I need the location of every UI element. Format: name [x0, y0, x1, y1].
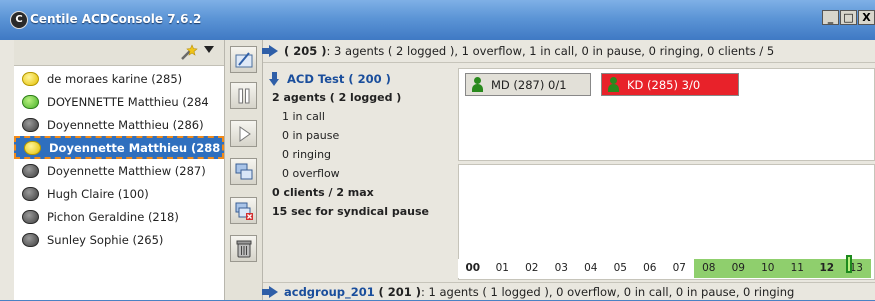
windows-icon — [235, 163, 252, 179]
hour-cell: 03 — [546, 259, 576, 278]
login-icon — [235, 51, 252, 67]
agent-name: DOYENNETTE Matthieu (284 — [47, 94, 209, 109]
summary-count: ( 205 ) — [284, 44, 327, 58]
action-toolbar — [225, 40, 263, 300]
group-title-row[interactable]: ACD Test ( 200 ) — [263, 70, 458, 88]
hour-cell: 00 — [458, 259, 488, 278]
summary-bar: ( 205 ) : 3 agents ( 2 logged ), 1 overf… — [262, 40, 875, 63]
person-icon — [608, 77, 619, 92]
pause-icon — [238, 88, 249, 103]
window-title: Centile ACDConsole 7.6.2 — [30, 12, 202, 26]
agent-list-item[interactable]: Doyennette Matthieu (288 — [14, 136, 224, 159]
right-arrow-icon — [262, 286, 278, 298]
window-controls: _ □ X — [822, 10, 875, 25]
agent-name: de moraes karine (285) — [47, 71, 183, 86]
login-agent-button[interactable] — [230, 46, 257, 73]
next-group-text: : 1 agents ( 1 logged ), 0 overflow, 0 i… — [420, 285, 795, 299]
status-dot-icon — [22, 209, 39, 224]
agent-list-item[interactable]: DOYENNETTE Matthieu (284 — [14, 90, 224, 113]
app-logo-icon: C — [10, 11, 28, 29]
agent-chip-md[interactable]: MD (287) 0/1 — [465, 73, 591, 96]
status-dot-icon — [22, 117, 39, 132]
group-info: ACD Test ( 200 ) 2 agents ( 2 logged ) 1… — [263, 70, 458, 221]
hour-timeline: 00 01 02 03 04 05 06 07 08 09 10 11 12 13 — [458, 259, 875, 278]
agent-name: Pichon Geraldine (218) — [47, 209, 179, 224]
hour-cell: 04 — [576, 259, 606, 278]
next-group-count: ( 201 ) — [378, 285, 421, 299]
hour-cell: 11 — [782, 259, 812, 278]
right-arrow-icon — [262, 45, 278, 57]
windows-remove-icon — [235, 202, 253, 220]
agent-list-item[interactable]: Doyennette Matthiew (287) — [14, 159, 224, 182]
agent-chip-label: KD (285) 3/0 — [627, 77, 701, 92]
status-dot-icon — [22, 186, 39, 201]
hour-cell: 12 — [812, 259, 842, 278]
group-title: ACD Test ( 200 ) — [287, 72, 391, 86]
close-button[interactable]: X — [858, 10, 875, 25]
resume-button[interactable] — [230, 120, 257, 147]
hour-cell: 08 — [694, 259, 724, 278]
hour-cell: 10 — [753, 259, 783, 278]
client-area: de moraes karine (285) DOYENNETTE Matthie… — [0, 40, 875, 300]
agent-list-item[interactable]: Pichon Geraldine (218) — [14, 205, 224, 228]
agent-name: Doyennette Matthieu (286) — [47, 117, 204, 132]
hour-cell: 02 — [517, 259, 547, 278]
pause-button[interactable] — [230, 82, 257, 109]
group-in-call: 1 in call — [282, 110, 325, 123]
trash-icon — [236, 240, 251, 257]
group-ringing: 0 ringing — [282, 148, 332, 161]
maximize-button[interactable]: □ — [840, 10, 857, 25]
group-agents-box: MD (287) 0/1 KD (285) 3/0 — [458, 68, 875, 161]
current-hour-marker[interactable] — [846, 255, 852, 273]
agent-name: Doyennette Matthieu (288 — [49, 140, 221, 155]
agent-list-item[interactable]: Doyennette Matthieu (286) — [14, 113, 224, 136]
next-group-name: acdgroup_201 — [284, 285, 375, 299]
remove-window-button[interactable] — [230, 197, 257, 224]
group-in-pause: 0 in pause — [282, 129, 340, 142]
agent-chip-kd[interactable]: KD (285) 3/0 — [601, 73, 739, 96]
group-agents-count: 2 agents ( 2 logged ) — [272, 91, 402, 104]
agent-list-item[interactable]: Hugh Claire (100) — [14, 182, 224, 205]
agent-name: Hugh Claire (100) — [47, 186, 149, 201]
next-group-row[interactable]: acdgroup_201 ( 201 ) : 1 agents ( 1 logg… — [262, 282, 875, 301]
hour-cell: 01 — [487, 259, 517, 278]
group-details-panel: ( 205 ) : 3 agents ( 2 logged ), 1 overf… — [262, 40, 875, 301]
chevron-down-icon[interactable] — [204, 46, 214, 53]
group-clients: 0 clients / 2 max — [272, 186, 374, 199]
hour-cell: 07 — [664, 259, 694, 278]
hour-cell: 06 — [635, 259, 665, 278]
hour-cell: 09 — [723, 259, 753, 278]
status-dot-icon — [22, 71, 39, 86]
status-dot-icon — [24, 140, 41, 155]
agent-chip-label: MD (287) 0/1 — [491, 77, 567, 92]
summary-text: : 3 agents ( 2 logged ), 1 overflow, 1 i… — [326, 44, 775, 58]
agent-list-item[interactable]: de moraes karine (285) — [14, 67, 224, 90]
agent-list: de moraes karine (285) DOYENNETTE Matthie… — [14, 67, 224, 251]
group-syndical-pause: 15 sec for syndical pause — [272, 205, 429, 218]
agent-list-item[interactable]: Sunley Sophie (265) — [14, 228, 224, 251]
transfer-button[interactable] — [230, 158, 257, 185]
title-bar: C Centile ACDConsole 7.6.2 _ □ X — [0, 0, 875, 40]
minimize-button[interactable]: _ — [822, 10, 839, 25]
down-arrow-icon — [269, 72, 279, 86]
agent-name: Doyennette Matthiew (287) — [47, 163, 206, 178]
agent-panel: de moraes karine (285) DOYENNETTE Matthie… — [14, 40, 225, 300]
play-icon — [239, 125, 251, 142]
agent-panel-toolbar — [14, 40, 224, 66]
status-dot-icon — [22, 232, 39, 247]
agent-name: Sunley Sophie (265) — [47, 232, 164, 247]
delete-button[interactable] — [230, 235, 257, 262]
status-dot-icon — [22, 163, 39, 178]
wand-filter-icon[interactable] — [179, 43, 199, 61]
hour-cell: 05 — [605, 259, 635, 278]
group-overflow: 0 overflow — [282, 167, 340, 180]
person-icon — [472, 77, 483, 92]
acd-console-window: C Centile ACDConsole 7.6.2 _ □ X de mora… — [0, 0, 875, 300]
status-dot-icon — [22, 94, 39, 109]
